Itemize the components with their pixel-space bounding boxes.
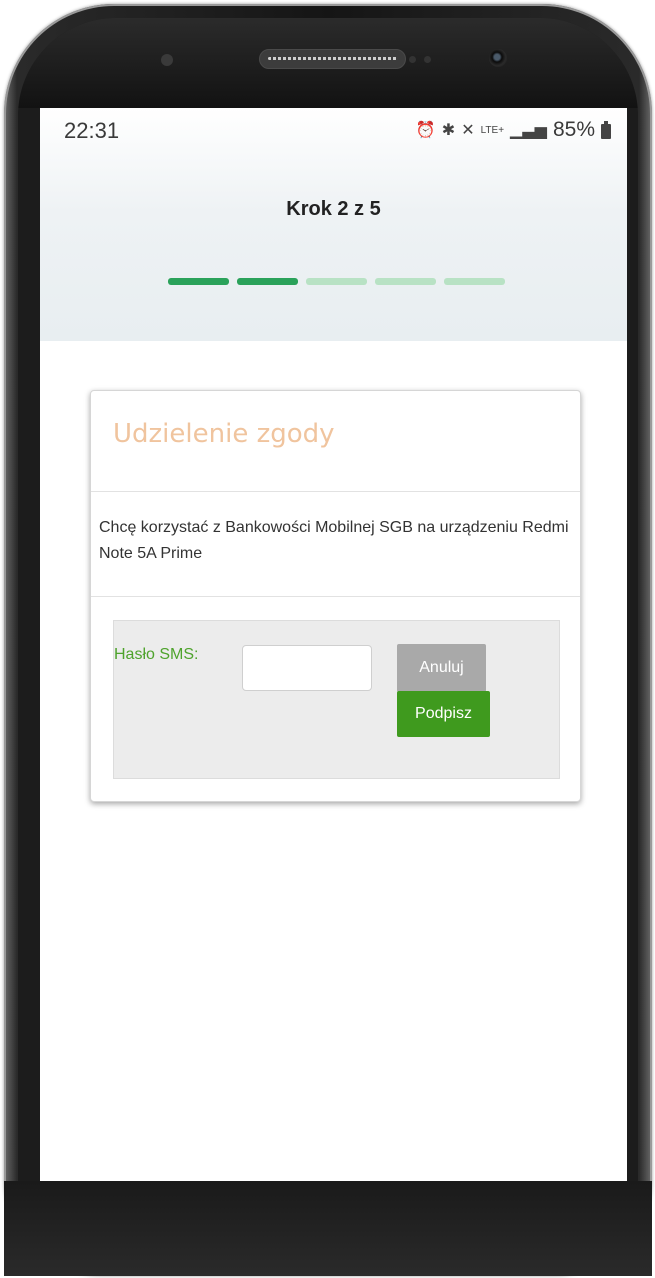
proximity-sensor (161, 54, 173, 66)
bottom-bezel (4, 1181, 652, 1276)
status-time: 22:31 (64, 118, 120, 143)
battery-icon (601, 120, 611, 139)
progress-step-3 (306, 278, 367, 285)
progress-step-4 (375, 278, 436, 285)
sms-password-input[interactable] (242, 645, 372, 691)
alarm-icon: ⏰ (415, 122, 436, 139)
screen: 22:31 ⏰ ✱ ✕ LTE+ ▁▃▅ 85% Krok 2 z 5 Udzi… (40, 108, 627, 1195)
divider (91, 596, 580, 597)
sms-signature-panel: Hasło SMS: Anuluj Podpisz (113, 620, 560, 779)
wizard-header: 22:31 ⏰ ✱ ✕ LTE+ ▁▃▅ 85% Krok 2 z 5 (40, 108, 627, 341)
status-icons: ⏰ ✱ ✕ LTE+ ▁▃▅ 85% (416, 118, 611, 142)
sensor-dot (409, 56, 416, 63)
progress-step-2 (237, 278, 298, 285)
cancel-button[interactable]: Anuluj (397, 644, 486, 692)
consent-card: Udzielenie zgody Chcę korzystać z Bankow… (90, 390, 581, 802)
lte-icon: LTE+ (480, 124, 505, 136)
sensor-dot (424, 56, 431, 63)
progress-step-5 (444, 278, 505, 285)
sign-button[interactable]: Podpisz (397, 691, 490, 737)
front-camera (489, 49, 507, 67)
card-title: Udzielenie zgody (113, 419, 335, 449)
step-progress (168, 278, 505, 285)
divider (91, 491, 580, 492)
signal-icon: ▁▃▅ (510, 122, 547, 139)
earpiece-speaker (259, 49, 406, 69)
battery-level: 85% (552, 118, 595, 141)
progress-step-1 (168, 278, 229, 285)
wifi-icon: ✕ (461, 122, 475, 139)
consent-message: Chcę korzystać z Bankowości Mobilnej SGB… (99, 519, 569, 562)
step-title: Krok 2 z 5 (286, 198, 381, 220)
bluetooth-icon: ✱ (441, 122, 456, 139)
sms-password-label: Hasło SMS: (114, 646, 199, 663)
phone-frame: 22:31 ⏰ ✱ ✕ LTE+ ▁▃▅ 85% Krok 2 z 5 Udzi… (4, 4, 652, 1276)
